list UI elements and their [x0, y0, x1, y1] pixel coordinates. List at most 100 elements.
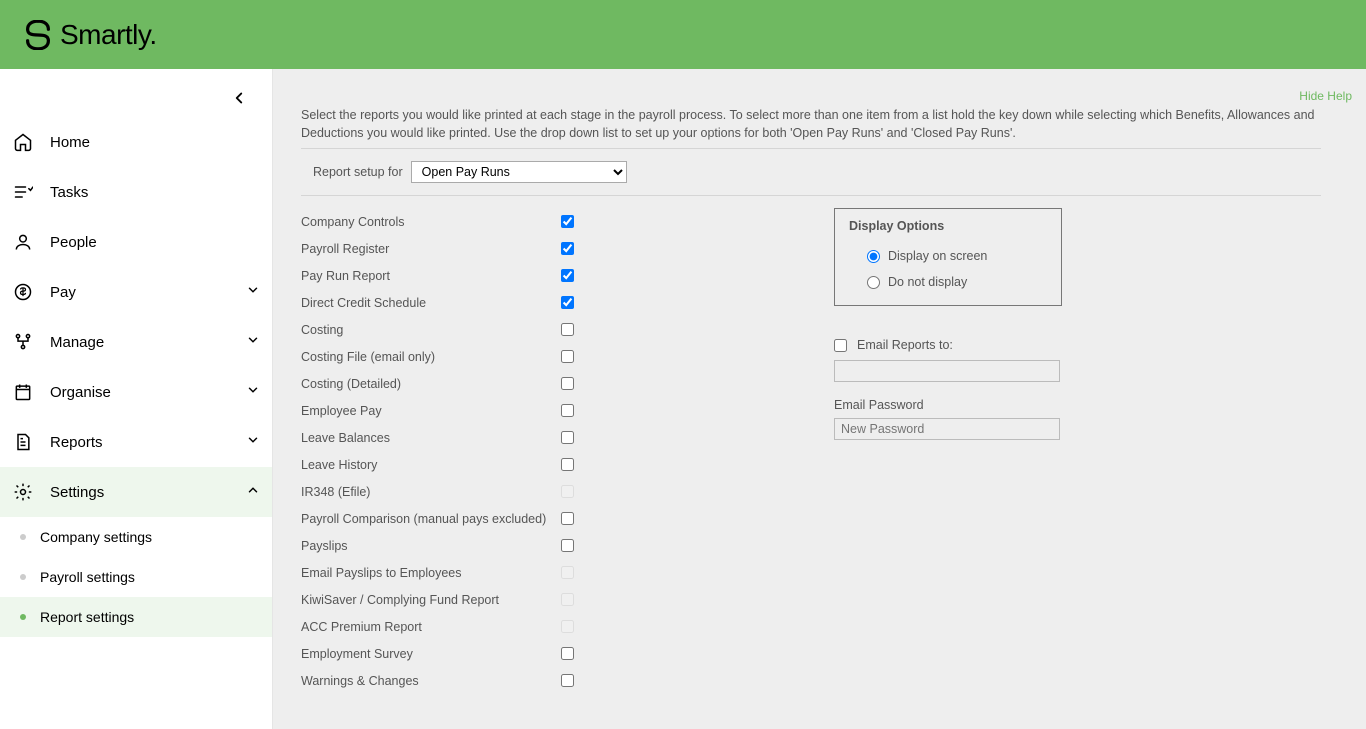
- report-row: Costing: [301, 316, 574, 343]
- nav-pay-label: Pay: [50, 284, 76, 301]
- report-checkbox: [561, 620, 574, 633]
- report-checkbox[interactable]: [561, 431, 574, 444]
- do-not-display-label: Do not display: [888, 275, 967, 289]
- report-label: Costing: [301, 323, 561, 337]
- chevron-down-icon: [246, 433, 260, 451]
- nav-tasks-label: Tasks: [50, 184, 88, 201]
- nav-pay[interactable]: Pay: [0, 267, 272, 317]
- report-label: Direct Credit Schedule: [301, 296, 561, 310]
- report-row: Direct Credit Schedule: [301, 289, 574, 316]
- report-checkbox[interactable]: [561, 242, 574, 255]
- report-checkbox[interactable]: [561, 674, 574, 687]
- subnav-payroll-settings[interactable]: Payroll settings: [0, 557, 272, 597]
- report-label: Warnings & Changes: [301, 674, 561, 688]
- nav-home-label: Home: [50, 134, 90, 151]
- report-row: Payroll Register: [301, 235, 574, 262]
- display-on-screen-radio[interactable]: [867, 250, 880, 263]
- hide-help-link[interactable]: Hide Help: [1299, 89, 1352, 103]
- report-row: Warnings & Changes: [301, 667, 574, 694]
- nav-home[interactable]: Home: [0, 117, 272, 167]
- options-column: Display Options Display on screen Do not…: [614, 208, 1062, 694]
- settings-submenu: Company settings Payroll settings Report…: [0, 517, 272, 637]
- report-row: KiwiSaver / Complying Fund Report: [301, 586, 574, 613]
- report-label: IR348 (Efile): [301, 485, 561, 499]
- subnav-payroll-label: Payroll settings: [40, 569, 135, 585]
- report-checkbox[interactable]: [561, 512, 574, 525]
- email-reports-checkbox[interactable]: [834, 339, 847, 352]
- chevron-down-icon: [246, 283, 260, 301]
- nav-organise-label: Organise: [50, 384, 111, 401]
- subnav-report-settings[interactable]: Report settings: [0, 597, 272, 637]
- nav-manage[interactable]: Manage: [0, 317, 272, 367]
- report-label: Pay Run Report: [301, 269, 561, 283]
- nav-manage-label: Manage: [50, 334, 104, 351]
- subnav-report-label: Report settings: [40, 609, 134, 625]
- email-password-label: Email Password: [834, 398, 1062, 412]
- display-on-screen-label: Display on screen: [888, 249, 987, 263]
- intro-text: Select the reports you would like printe…: [301, 97, 1321, 142]
- report-label: Leave Balances: [301, 431, 561, 445]
- report-checkbox[interactable]: [561, 350, 574, 363]
- tasks-icon: [12, 181, 34, 203]
- report-checkbox[interactable]: [561, 458, 574, 471]
- reports-icon: [12, 431, 34, 453]
- people-icon: [12, 231, 34, 253]
- report-checkbox[interactable]: [561, 647, 574, 660]
- report-setup-row: Report setup for Open Pay Runs: [301, 161, 1352, 183]
- subnav-company-label: Company settings: [40, 529, 152, 545]
- email-section: Email Reports to: Email Password: [834, 338, 1062, 440]
- report-checkbox[interactable]: [561, 296, 574, 309]
- chevron-down-icon: [246, 333, 260, 351]
- report-checkbox[interactable]: [561, 269, 574, 282]
- email-reports-label: Email Reports to:: [857, 338, 953, 352]
- report-label: Costing File (email only): [301, 350, 561, 364]
- subnav-company-settings[interactable]: Company settings: [0, 517, 272, 557]
- report-row: Leave Balances: [301, 424, 574, 451]
- nav-reports-label: Reports: [50, 434, 103, 451]
- reports-column: Company Controls Payroll Register Pay Run …: [301, 208, 574, 694]
- chevron-left-icon: [230, 89, 248, 107]
- nav-reports[interactable]: Reports: [0, 417, 272, 467]
- report-row: Leave History: [301, 451, 574, 478]
- report-row: Payslips: [301, 532, 574, 559]
- report-label: Payslips: [301, 539, 561, 553]
- report-label: Costing (Detailed): [301, 377, 561, 391]
- report-label: Payroll Comparison (manual pays excluded…: [301, 512, 561, 526]
- sidebar-collapse-button[interactable]: [0, 89, 272, 117]
- report-checkbox[interactable]: [561, 377, 574, 390]
- email-password-input[interactable]: [834, 418, 1060, 440]
- report-row: Email Payslips to Employees: [301, 559, 574, 586]
- report-checkbox: [561, 566, 574, 579]
- bullet-icon: [20, 534, 26, 540]
- pay-icon: [12, 281, 34, 303]
- app-header: Smartly.: [0, 0, 1366, 69]
- home-icon: [12, 131, 34, 153]
- report-row: Employment Survey: [301, 640, 574, 667]
- divider: [301, 148, 1321, 149]
- do-not-display-radio[interactable]: [867, 276, 880, 289]
- report-row: IR348 (Efile): [301, 478, 574, 505]
- display-options-title: Display Options: [849, 219, 1047, 233]
- report-checkbox[interactable]: [561, 539, 574, 552]
- nav-settings[interactable]: Settings: [0, 467, 272, 517]
- main-content: Hide Help Select the reports you would l…: [273, 69, 1366, 729]
- report-row: Pay Run Report: [301, 262, 574, 289]
- chevron-up-icon: [246, 483, 260, 501]
- organise-icon: [12, 381, 34, 403]
- report-checkbox[interactable]: [561, 215, 574, 228]
- report-checkbox[interactable]: [561, 404, 574, 417]
- report-row: Payroll Comparison (manual pays excluded…: [301, 505, 574, 532]
- report-label: KiwiSaver / Complying Fund Report: [301, 593, 561, 607]
- report-label: Employee Pay: [301, 404, 561, 418]
- report-setup-select[interactable]: Open Pay Runs: [411, 161, 627, 183]
- brand-name: Smartly.: [60, 19, 157, 51]
- nav-people[interactable]: People: [0, 217, 272, 267]
- report-row: ACC Premium Report: [301, 613, 574, 640]
- email-reports-input[interactable]: [834, 360, 1060, 382]
- nav-organise[interactable]: Organise: [0, 367, 272, 417]
- nav-tasks[interactable]: Tasks: [0, 167, 272, 217]
- bullet-icon: [20, 574, 26, 580]
- sidebar: Home Tasks People Pay: [0, 69, 273, 729]
- report-checkbox[interactable]: [561, 323, 574, 336]
- report-label: Company Controls: [301, 215, 561, 229]
